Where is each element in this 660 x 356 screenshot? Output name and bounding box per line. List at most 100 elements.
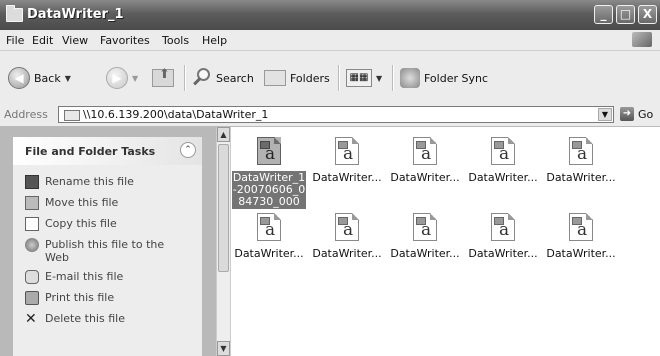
file-name: DataWriter_1-20070606_084730_000 — [232, 171, 306, 209]
address-label: Address — [4, 108, 48, 121]
scroll-up-button[interactable]: ▲ — [217, 127, 230, 142]
task-copy[interactable]: Copy this file — [25, 217, 185, 231]
collapse-icon[interactable]: ⌃ — [180, 142, 196, 158]
task-publish[interactable]: Publish this file to the Web — [25, 238, 185, 264]
menu-favorites[interactable]: Favorites — [100, 34, 150, 47]
file-item[interactable]: a DataWriter... — [466, 213, 540, 260]
file-name: DataWriter... — [468, 171, 538, 184]
panel-header[interactable]: File and Folder Tasks ⌃ — [13, 137, 202, 165]
document-icon: a — [566, 213, 596, 243]
task-label: Rename this file — [45, 175, 134, 188]
file-item[interactable]: a DataWriter... — [544, 137, 618, 184]
scroll-thumb[interactable] — [218, 144, 229, 272]
file-item[interactable]: a DataWriter... — [310, 137, 384, 184]
toolbar-separator — [338, 65, 340, 91]
print-icon — [25, 291, 39, 305]
folder-sync-button[interactable]: Folder Sync — [400, 66, 488, 90]
address-field[interactable]: \\10.6.139.200\data\DataWriter_1 ▼ — [58, 106, 614, 123]
search-icon — [192, 68, 212, 88]
document-icon: a — [332, 137, 362, 167]
folders-icon — [264, 70, 286, 86]
forward-arrow-icon: ▶ — [106, 67, 128, 89]
chevron-down-icon: ▼ — [64, 73, 71, 83]
folder-sync-icon — [400, 68, 420, 88]
file-item[interactable]: a DataWriter... — [232, 213, 306, 260]
file-name: DataWriter... — [312, 171, 382, 184]
menu-edit[interactable]: Edit — [32, 34, 53, 47]
file-folder-tasks-panel: File and Folder Tasks ⌃ Rename this file… — [13, 137, 202, 356]
rename-icon — [25, 175, 39, 189]
folder-icon — [6, 5, 23, 22]
file-name: DataWriter... — [312, 247, 382, 260]
file-list: a DataWriter_1-20070606_084730_000 a Dat… — [232, 127, 660, 356]
document-icon: a — [254, 213, 284, 243]
folders-label: Folders — [290, 71, 330, 85]
task-label: Print this file — [45, 291, 115, 304]
chevron-down-icon: ▼ — [132, 73, 139, 83]
back-button[interactable]: ◀ Back ▼ — [8, 66, 71, 90]
panel-title: File and Folder Tasks — [25, 145, 156, 158]
publish-icon — [25, 238, 39, 252]
email-icon — [25, 270, 39, 284]
task-label: Delete this file — [45, 312, 125, 325]
menu-tools[interactable]: Tools — [162, 34, 189, 47]
file-item[interactable]: a DataWriter... — [544, 213, 618, 260]
task-email[interactable]: E-mail this file — [25, 270, 185, 284]
task-label: Copy this file — [45, 217, 117, 230]
document-icon: a — [254, 137, 284, 167]
task-move[interactable]: Move this file — [25, 196, 185, 210]
toolbar: ◀ Back ▼ ▶ ▼ ⬆ Search Folders ▦▦ ▼ Folde… — [0, 51, 660, 105]
folder-icon — [64, 110, 80, 121]
toolbar-separator — [184, 65, 186, 91]
forward-button[interactable]: ▶ ▼ — [106, 66, 138, 90]
minimize-button[interactable]: _ — [594, 5, 613, 24]
file-item[interactable]: a DataWriter... — [388, 213, 462, 260]
windows-logo-icon — [632, 32, 652, 47]
task-print[interactable]: Print this file — [25, 291, 185, 305]
close-button[interactable]: X — [638, 5, 657, 24]
delete-icon: ✕ — [25, 311, 37, 327]
explorer-window: DataWriter_1 _ □ X File Edit View Favori… — [0, 0, 660, 356]
task-label: E-mail this file — [45, 270, 124, 283]
up-folder-button[interactable]: ⬆ — [152, 66, 174, 90]
views-icon: ▦▦ — [346, 69, 372, 87]
task-label: Move this file — [45, 196, 119, 209]
chevron-down-icon: ▼ — [376, 73, 383, 83]
document-icon: a — [488, 137, 518, 167]
file-item[interactable]: a DataWriter_1-20070606_084730_000 — [232, 137, 306, 209]
task-delete[interactable]: ✕ Delete this file — [25, 312, 185, 326]
go-arrow-icon[interactable]: ➜ — [620, 107, 634, 121]
maximize-button[interactable]: □ — [616, 5, 635, 24]
search-button[interactable]: Search — [192, 66, 254, 90]
menu-view[interactable]: View — [62, 34, 88, 47]
task-label: Publish this file to the Web — [45, 238, 165, 264]
chevron-down-icon[interactable]: ▼ — [598, 108, 612, 121]
task-pane: File and Folder Tasks ⌃ Rename this file… — [0, 127, 216, 356]
file-item[interactable]: a DataWriter... — [388, 137, 462, 184]
folders-button[interactable]: Folders — [264, 66, 330, 90]
move-icon — [25, 196, 39, 210]
file-name: DataWriter... — [390, 247, 460, 260]
file-name: DataWriter... — [390, 171, 460, 184]
task-rename[interactable]: Rename this file — [25, 175, 185, 189]
search-label: Search — [216, 71, 254, 85]
go-button[interactable]: Go — [638, 108, 653, 121]
file-name: DataWriter... — [468, 247, 538, 260]
document-icon: a — [488, 213, 518, 243]
menu-file[interactable]: File — [6, 34, 24, 47]
back-label: Back — [34, 71, 61, 85]
window-title: DataWriter_1 — [27, 7, 124, 22]
title-bar[interactable]: DataWriter_1 _ □ X — [0, 0, 660, 31]
back-arrow-icon: ◀ — [8, 67, 30, 89]
up-folder-icon: ⬆ — [152, 67, 174, 87]
vertical-scrollbar[interactable]: ▲ ▼ — [216, 127, 231, 356]
scroll-down-button[interactable]: ▼ — [217, 341, 230, 356]
views-button[interactable]: ▦▦ ▼ — [346, 66, 382, 90]
file-item[interactable]: a DataWriter... — [466, 137, 540, 184]
document-icon: a — [566, 137, 596, 167]
file-item[interactable]: a DataWriter... — [310, 213, 384, 260]
copy-icon — [25, 217, 39, 231]
menu-help[interactable]: Help — [202, 34, 227, 47]
address-bar: Address \\10.6.139.200\data\DataWriter_1… — [0, 104, 660, 127]
file-name: DataWriter... — [546, 171, 616, 184]
